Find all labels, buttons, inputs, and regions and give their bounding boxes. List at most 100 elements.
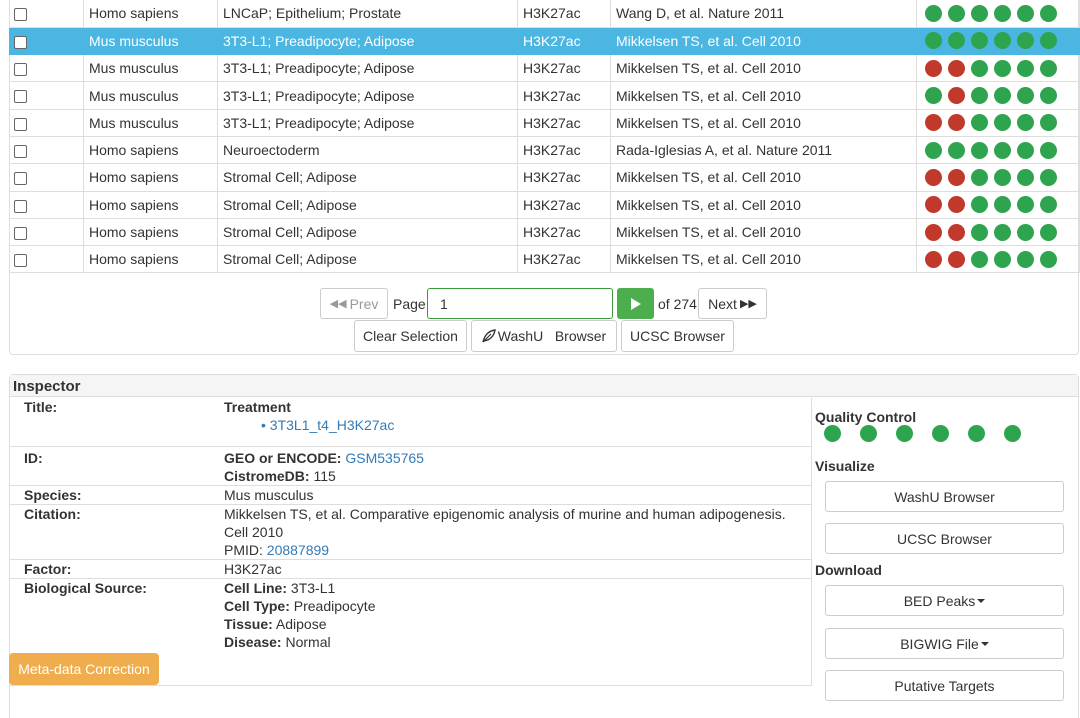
row-checkbox-cell[interactable] <box>9 0 84 28</box>
qc-cell <box>916 163 1080 192</box>
row-checkbox-cell[interactable] <box>9 191 84 219</box>
table-row[interactable]: Homo sapiens Stromal Cell; Adipose H3K27ac… <box>9 218 1080 247</box>
qc-dot-green <box>925 141 942 159</box>
citation-cell: Mikkelsen TS, et al. Cell 2010 <box>610 81 917 110</box>
visualize-heading: Visualize <box>815 458 875 474</box>
factor-cell: H3K27ac <box>517 81 611 110</box>
qc-dot-red <box>925 168 942 186</box>
qc-cell <box>916 218 1080 247</box>
qc-dot-green <box>994 141 1011 159</box>
row-checkbox-cell[interactable] <box>9 27 84 56</box>
disease-label: Disease: <box>224 633 282 650</box>
page-input[interactable] <box>427 288 613 319</box>
pmid-label: PMID: <box>224 541 263 558</box>
inspector-heading: Inspector <box>10 375 1078 397</box>
biological-source-cell: Neuroectoderm <box>217 136 518 165</box>
qc-dot-red <box>948 196 965 214</box>
table-row[interactable]: Mus musculus 3T3-L1; Preadipocyte; Adipos… <box>9 27 1080 56</box>
qc-cell <box>916 0 1080 28</box>
bigwig-file-button[interactable]: BIGWIG File <box>825 628 1064 659</box>
id-label: ID: <box>24 449 43 466</box>
row-checkbox[interactable] <box>14 8 27 22</box>
table-row[interactable]: Mus musculus 3T3-L1; Preadipocyte; Adipos… <box>9 81 1080 110</box>
qc-cell <box>916 27 1080 56</box>
biological-source-cell: 3T3-L1; Preadipocyte; Adipose <box>217 54 518 83</box>
qc-dot-red <box>948 168 965 186</box>
citation-cell: Rada-Iglesias A, et al. Nature 2011 <box>610 136 917 165</box>
ucsc-browser-button[interactable]: UCSC Browser <box>621 320 734 352</box>
treatment-link[interactable]: 3T3L1_t4_H3K27ac <box>270 417 395 433</box>
row-checkbox[interactable] <box>14 117 27 131</box>
qc-dot-green <box>1017 4 1034 22</box>
washu-browser-label: WashU Browser <box>497 328 607 344</box>
putative-targets-button[interactable]: Putative Targets <box>825 670 1064 701</box>
ucsc-browser-side-button[interactable]: UCSC Browser <box>825 523 1064 554</box>
row-checkbox-cell[interactable] <box>9 109 84 137</box>
play-icon <box>630 297 641 310</box>
row-checkbox-cell[interactable] <box>9 218 84 247</box>
prev-button[interactable]: ◀◀ Prev <box>320 288 388 319</box>
row-checkbox-cell[interactable] <box>9 81 84 110</box>
row-checkbox[interactable] <box>14 254 27 268</box>
row-checkbox[interactable] <box>14 172 27 186</box>
table-row[interactable]: Homo sapiens Stromal Cell; Adipose H3K27ac… <box>9 191 1080 219</box>
qc-dot-red <box>948 87 965 105</box>
qc-dot-red <box>948 114 965 132</box>
next-label: Next <box>708 295 737 312</box>
species-cell: Homo sapiens <box>83 136 218 165</box>
row-checkbox-cell[interactable] <box>9 163 84 192</box>
qc-dot-green <box>994 168 1011 186</box>
qc-dot-green <box>994 32 1011 50</box>
row-checkbox-cell[interactable] <box>9 54 84 83</box>
washu-browser-button[interactable]: WashU Browser <box>471 320 617 352</box>
row-checkbox[interactable] <box>14 144 27 158</box>
qc-dot-green <box>1040 250 1057 268</box>
row-checkbox[interactable] <box>14 90 27 104</box>
pmid-link[interactable]: 20887899 <box>267 542 329 558</box>
go-button[interactable] <box>617 288 654 319</box>
table-row[interactable]: Homo sapiens Neuroectoderm H3K27ac Rada-Igl… <box>9 136 1080 165</box>
row-checkbox[interactable] <box>14 35 27 49</box>
qc-dot-red <box>948 59 965 77</box>
table-row[interactable]: Homo sapiens LNCaP; Epithelium; Prostate H… <box>9 0 1080 28</box>
biological-source-cell: Stromal Cell; Adipose <box>217 191 518 219</box>
geo-link[interactable]: GSM535765 <box>345 450 424 466</box>
results-table: Homo sapiens LNCaP; Epithelium; Prostate H… <box>9 0 1080 274</box>
factor-cell: H3K27ac <box>517 163 611 192</box>
row-checkbox[interactable] <box>14 226 27 240</box>
table-row[interactable]: Mus musculus 3T3-L1; Preadipocyte; Adipos… <box>9 109 1080 137</box>
qc-dot-green <box>1017 141 1034 159</box>
qc-dot-green <box>1040 196 1057 214</box>
table-row[interactable]: Mus musculus 3T3-L1; Preadipocyte; Adipos… <box>9 54 1080 83</box>
row-checkbox[interactable] <box>14 63 27 77</box>
qc-dot-green <box>925 87 942 105</box>
qc-dot-green <box>948 141 965 159</box>
table-row[interactable]: Homo sapiens Stromal Cell; Adipose H3K27ac… <box>9 163 1080 192</box>
next-button[interactable]: Next ▶▶ <box>698 288 767 319</box>
metadata-correction-button[interactable]: Meta-data Correction <box>9 653 159 685</box>
qc-dot-green <box>994 114 1011 132</box>
row-checkbox[interactable] <box>14 199 27 213</box>
row-checkbox-cell[interactable] <box>9 136 84 165</box>
qc-dot-green <box>1040 223 1057 241</box>
page-label: Page <box>393 296 426 312</box>
qc-dot-green <box>971 250 988 268</box>
bed-peaks-button[interactable]: BED Peaks <box>825 585 1064 616</box>
row-checkbox-cell[interactable] <box>9 245 84 274</box>
qc-dot-green <box>971 87 988 105</box>
qc-dot-green <box>971 168 988 186</box>
qc-dot-green <box>971 196 988 214</box>
citation-cell: Mikkelsen TS, et al. Cell 2010 <box>610 191 917 219</box>
qc-dot-green <box>994 223 1011 241</box>
qc-dot-green <box>1040 168 1057 186</box>
qc-dot-green <box>1040 59 1057 77</box>
clear-selection-button[interactable]: Clear Selection <box>354 320 467 352</box>
washu-browser-side-button[interactable]: WashU Browser <box>825 481 1064 512</box>
species-cell: Homo sapiens <box>83 245 218 274</box>
citation-value: Mikkelsen TS, et al. Comparative epigeno… <box>224 505 786 540</box>
table-row[interactable]: Homo sapiens Stromal Cell; Adipose H3K27ac… <box>9 245 1080 274</box>
qc-dot-green <box>971 59 988 77</box>
clear-selection-label: Clear Selection <box>363 328 458 344</box>
qc-dot-green <box>1040 141 1057 159</box>
biological-source-cell: 3T3-L1; Preadipocyte; Adipose <box>217 27 518 56</box>
